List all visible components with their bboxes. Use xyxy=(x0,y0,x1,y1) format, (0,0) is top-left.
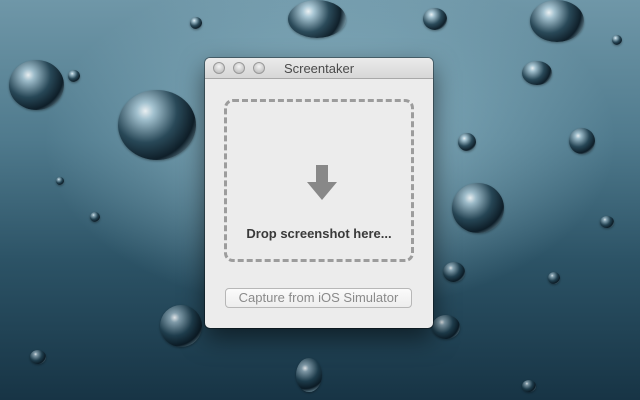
window-title: Screentaker xyxy=(283,61,355,76)
capture-from-ios-simulator-button[interactable]: Capture from iOS Simulator xyxy=(225,288,412,308)
water-droplet xyxy=(288,0,346,38)
water-droplet xyxy=(569,128,595,154)
water-droplet xyxy=(68,70,80,82)
screentaker-window: Screentaker Drop screenshot here... Capt… xyxy=(205,58,433,328)
water-droplet xyxy=(90,212,100,222)
window-content: Drop screenshot here... Capture from iOS… xyxy=(205,79,433,328)
drop-zone-label: Drop screenshot here... xyxy=(246,226,392,241)
water-droplet xyxy=(522,380,536,392)
water-droplet xyxy=(600,216,614,228)
water-droplet xyxy=(458,133,476,151)
water-droplet xyxy=(452,183,504,233)
screenshot-drop-zone[interactable]: Drop screenshot here... xyxy=(224,99,414,262)
water-droplet xyxy=(522,61,552,85)
water-droplet xyxy=(160,305,202,347)
water-droplet xyxy=(56,177,64,185)
water-droplet xyxy=(296,358,322,392)
title-bar[interactable]: Screentaker xyxy=(205,58,433,79)
water-droplet xyxy=(190,17,202,29)
water-droplet xyxy=(30,350,46,364)
water-droplet xyxy=(9,60,64,110)
arrow-down-icon xyxy=(307,165,337,200)
water-droplet xyxy=(443,262,465,282)
water-droplet xyxy=(432,315,460,339)
water-droplet xyxy=(530,0,584,42)
water-droplet xyxy=(612,35,622,45)
water-droplet xyxy=(423,8,447,30)
water-droplet xyxy=(118,90,196,160)
water-droplet xyxy=(548,272,560,284)
